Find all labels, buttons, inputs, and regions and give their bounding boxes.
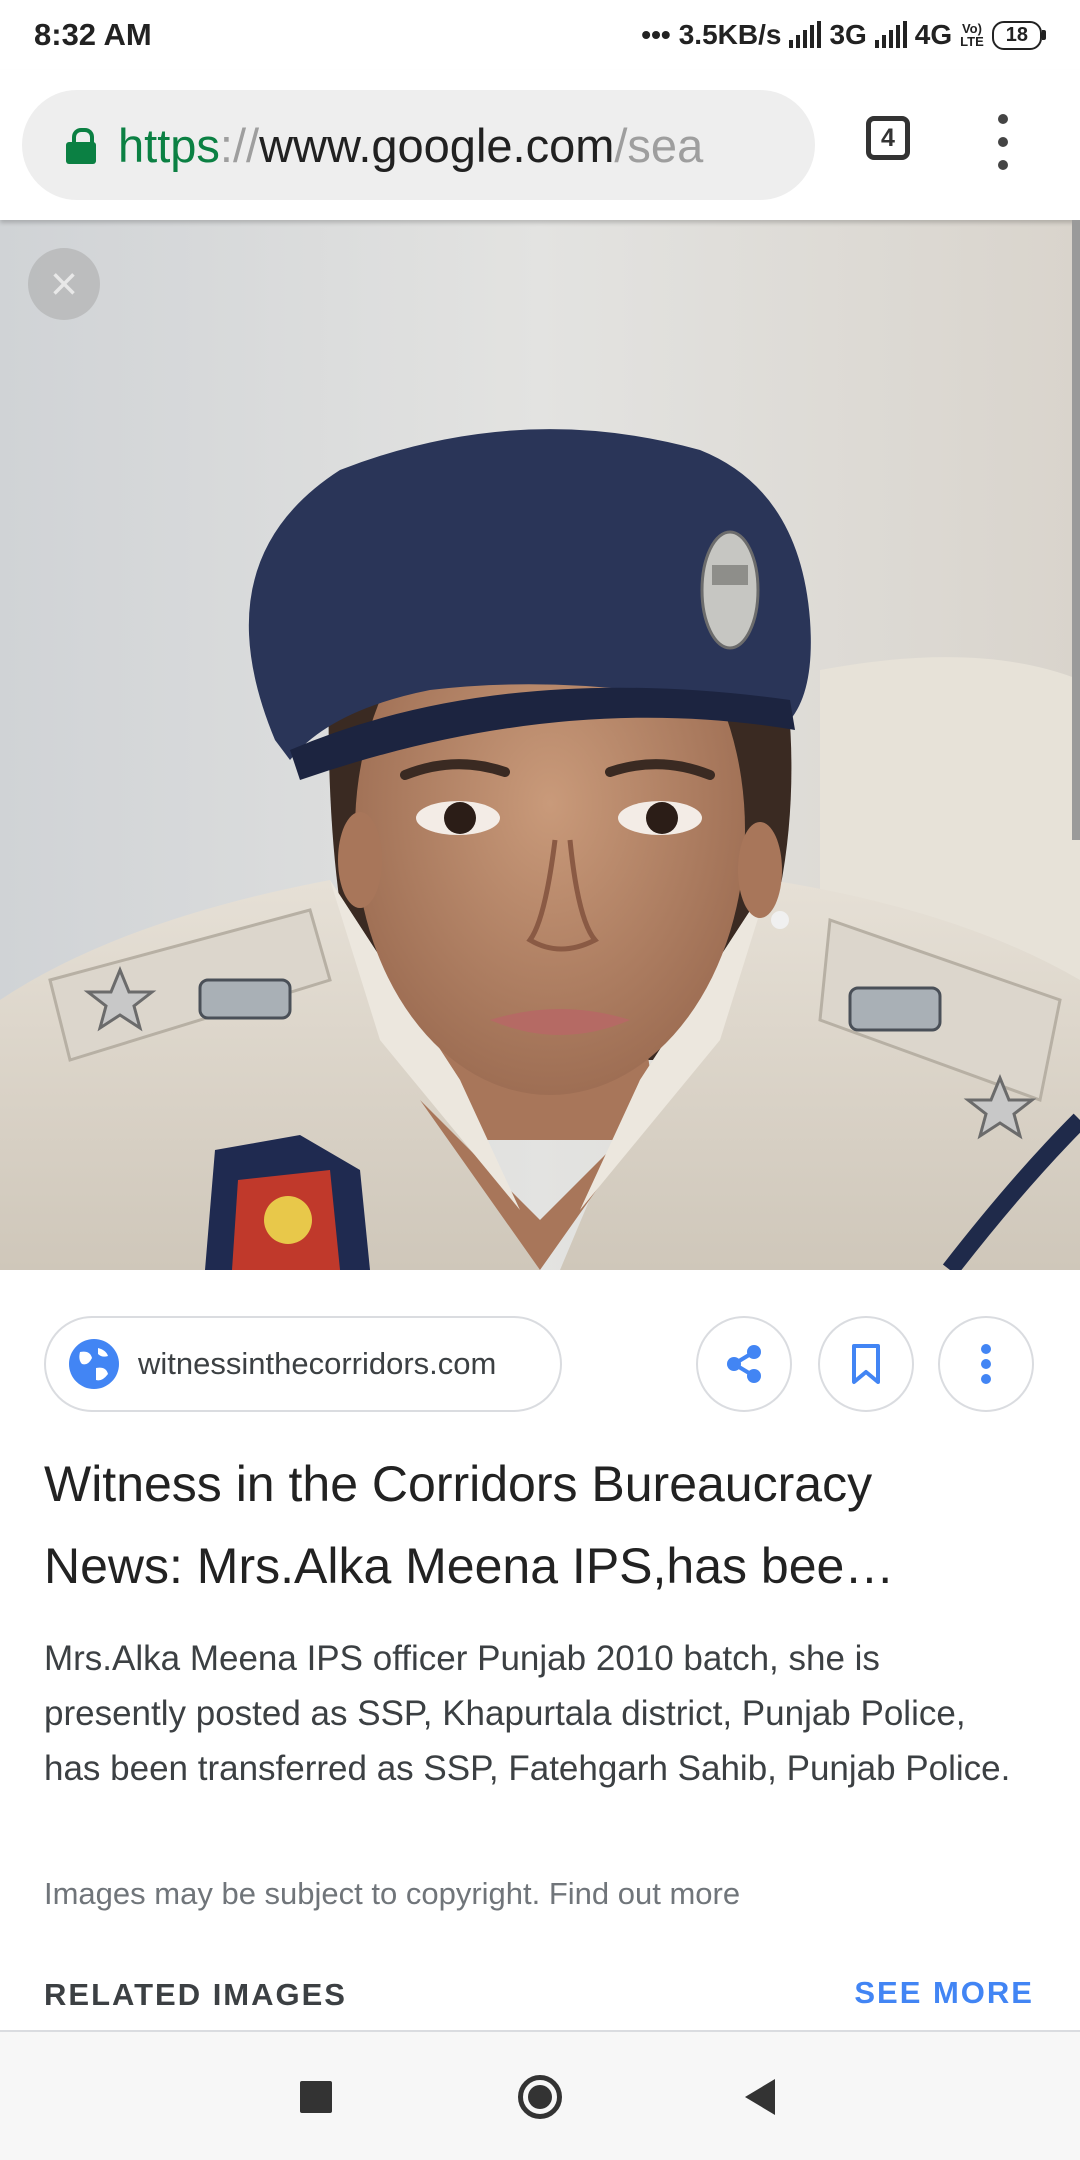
see-more-link[interactable]: SEE MORE — [854, 1975, 1034, 2011]
tabs-icon[interactable]: 4 — [866, 116, 910, 160]
network-type-1: 3G — [829, 19, 867, 50]
source-domain: witnessinthecorridors.com — [138, 1346, 497, 1381]
bookmark-icon — [852, 1344, 880, 1384]
more-vert-icon[interactable] — [985, 106, 1021, 178]
notification-dots: ••• — [641, 19, 671, 50]
url-scheme: https — [118, 118, 220, 172]
home-button[interactable] — [505, 2062, 575, 2132]
scrollbar[interactable] — [1072, 220, 1080, 840]
address-bar[interactable]: https://www.google.com/sea — [22, 90, 815, 200]
volte-bottom: LTE — [960, 34, 984, 49]
copyright-notice[interactable]: Images may be subject to copyright. Find… — [44, 1876, 740, 1912]
url-text[interactable]: https://www.google.com/sea — [118, 118, 703, 173]
result-title[interactable]: Witness in the Corridors Bureaucracy New… — [44, 1443, 1024, 1607]
related-images-heading: RELATED IMAGES — [44, 1977, 347, 2012]
source-link[interactable]: witnessinthecorridors.com — [44, 1316, 562, 1412]
lock-icon[interactable] — [66, 128, 96, 164]
back-icon — [745, 2079, 775, 2115]
signal-icon-2 — [874, 21, 907, 48]
result-snippet: Mrs.Alka Meena IPS officer Punjab 2010 b… — [44, 1639, 1011, 1788]
back-button[interactable] — [725, 2062, 795, 2132]
url-path: /sea — [614, 118, 704, 172]
share-icon — [727, 1345, 761, 1383]
network-speed: 3.5KB/s — [678, 19, 782, 50]
network-type-2: 4G — [914, 19, 953, 50]
close-icon[interactable]: × — [28, 248, 100, 320]
more-options-button[interactable] — [938, 1316, 1034, 1412]
volte-badge: Vo) LTE — [960, 22, 984, 48]
status-bar: 8:32 AM ••• 3.5KB/s 3G 4G Vo) LTE 18 — [0, 0, 1080, 70]
url-host: www.google.com — [259, 118, 615, 172]
recents-button[interactable] — [281, 2062, 351, 2132]
status-time: 8:32 AM — [34, 17, 152, 52]
battery-icon: 18 — [991, 20, 1046, 50]
url-separator: :// — [219, 118, 260, 172]
image-preview[interactable]: × — [0, 220, 1080, 1270]
battery-level: 18 — [991, 20, 1042, 50]
globe-icon — [69, 1339, 119, 1389]
browser-toolbar: https://www.google.com/sea 4 — [0, 70, 1080, 220]
save-button[interactable] — [818, 1316, 914, 1412]
officer-photo — [0, 220, 1080, 1270]
status-indicators: ••• 3.5KB/s 3G 4G Vo) LTE 18 — [641, 19, 1046, 51]
signal-icon — [789, 21, 822, 48]
system-nav-bar — [0, 2032, 1080, 2160]
home-icon — [518, 2075, 562, 2119]
more-vert-icon — [981, 1344, 991, 1384]
recents-icon — [300, 2081, 332, 2113]
share-button[interactable] — [696, 1316, 792, 1412]
